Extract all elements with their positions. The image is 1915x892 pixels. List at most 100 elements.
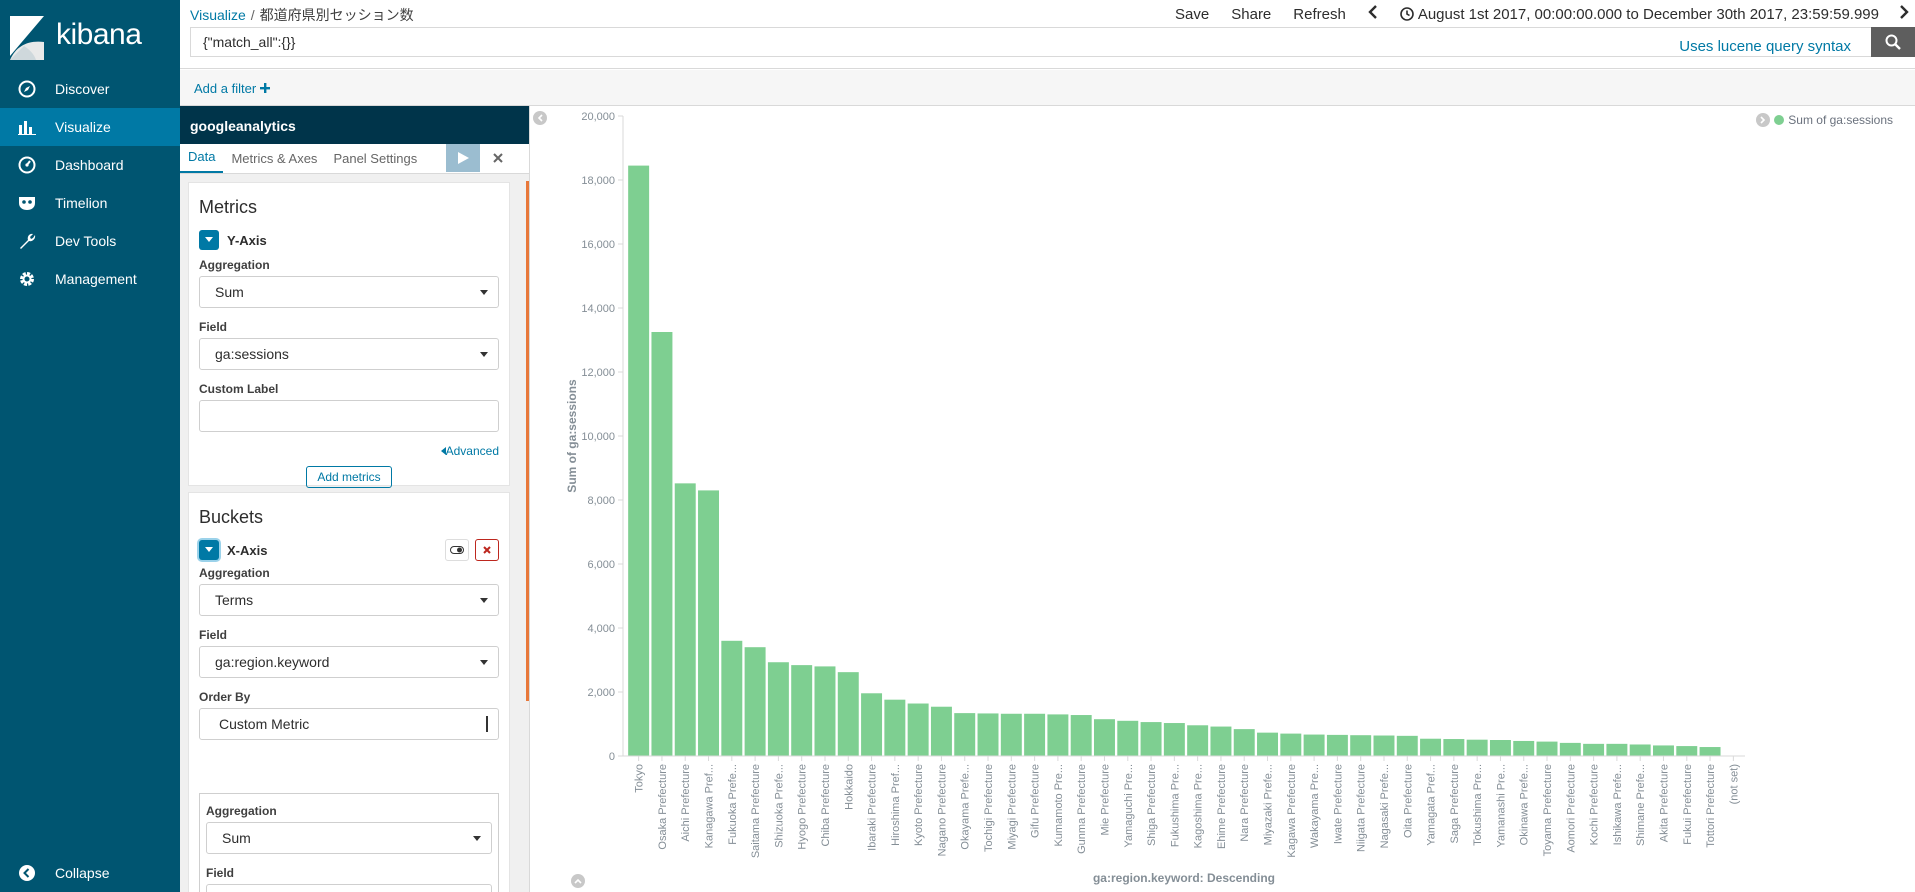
bar[interactable] xyxy=(1652,745,1674,756)
bar[interactable] xyxy=(1163,723,1185,756)
bar[interactable] xyxy=(907,703,929,756)
mask-icon xyxy=(17,193,37,213)
bar[interactable] xyxy=(1140,722,1162,756)
sidebar-item-dev-tools[interactable]: Dev Tools xyxy=(0,222,180,260)
bar[interactable] xyxy=(1187,725,1209,756)
y-tick-label: 12,000 xyxy=(581,367,615,379)
close-icon xyxy=(493,153,503,163)
editor-scrollbar[interactable] xyxy=(526,181,529,701)
sidebar-item-discover[interactable]: Discover xyxy=(0,70,180,108)
buckets-aggregation-select[interactable]: Terms xyxy=(199,584,499,616)
share-button[interactable]: Share xyxy=(1231,6,1271,23)
bar[interactable] xyxy=(1466,739,1488,756)
save-button[interactable]: Save xyxy=(1175,6,1209,23)
lucene-syntax-link[interactable]: Uses lucene query syntax xyxy=(1679,33,1851,61)
time-forward-button[interactable] xyxy=(1899,5,1909,23)
disable-agg-toggle[interactable] xyxy=(445,539,469,561)
sidebar-item-visualize[interactable]: Visualize xyxy=(0,108,180,146)
remove-agg-button[interactable] xyxy=(475,539,499,561)
select-value: Terms xyxy=(215,592,254,608)
advanced-link[interactable]: Advanced xyxy=(189,444,499,458)
apply-changes-button[interactable] xyxy=(446,144,480,172)
bar[interactable] xyxy=(1443,739,1465,756)
breadcrumb-visualize-link[interactable]: Visualize xyxy=(190,7,246,23)
time-back-button[interactable] xyxy=(1368,5,1378,23)
bar[interactable] xyxy=(1000,713,1022,756)
y-axis-collapse-toggle[interactable] xyxy=(199,230,219,250)
toggle-icon xyxy=(450,546,464,554)
bar[interactable] xyxy=(1326,734,1348,756)
tab-panel-settings[interactable]: Panel Settings xyxy=(325,151,425,173)
y-tick-label: 0 xyxy=(609,751,615,763)
add-filter-button[interactable]: Add a filter xyxy=(194,81,270,96)
bar[interactable] xyxy=(1489,740,1511,756)
order-by-select[interactable]: Custom Metric xyxy=(199,708,499,740)
custom-metric-aggregation-select[interactable]: Sum xyxy=(206,822,492,854)
bar[interactable] xyxy=(837,672,859,756)
bar[interactable] xyxy=(1210,726,1232,756)
chevron-down-icon xyxy=(205,547,213,552)
bar[interactable] xyxy=(977,713,999,756)
sidebar-item-timelion[interactable]: Timelion xyxy=(0,184,180,222)
bar[interactable] xyxy=(1024,713,1046,756)
bar[interactable] xyxy=(954,713,976,756)
bar[interactable] xyxy=(1676,746,1698,756)
bar[interactable] xyxy=(1303,734,1325,756)
tab-data[interactable]: Data xyxy=(180,149,224,173)
bar[interactable] xyxy=(1606,743,1628,756)
bar[interactable] xyxy=(814,666,836,756)
sidebar-item-management[interactable]: Management xyxy=(0,260,180,298)
bar[interactable] xyxy=(721,640,743,756)
bar[interactable] xyxy=(884,699,906,756)
bar[interactable] xyxy=(1629,744,1651,756)
bar[interactable] xyxy=(1396,735,1418,756)
sidebar-item-dashboard[interactable]: Dashboard xyxy=(0,146,180,184)
bar[interactable] xyxy=(1536,741,1558,756)
caret-down-icon xyxy=(486,716,488,732)
bar[interactable] xyxy=(1280,733,1302,756)
bar[interactable] xyxy=(1047,714,1069,756)
metrics-aggregation-select[interactable]: Sum xyxy=(199,276,499,308)
add-metrics-button[interactable]: Add metrics xyxy=(306,466,392,488)
collapse-button[interactable]: Collapse xyxy=(0,854,180,892)
bar[interactable] xyxy=(791,665,813,756)
bar[interactable] xyxy=(1513,740,1535,756)
bar[interactable] xyxy=(1070,715,1092,756)
x-axis-collapse-toggle[interactable] xyxy=(199,540,219,560)
bar[interactable] xyxy=(1093,719,1115,756)
bar[interactable] xyxy=(1420,738,1442,756)
metrics-field-select[interactable]: ga:sessions xyxy=(199,338,499,370)
bar[interactable] xyxy=(1699,747,1721,756)
bar[interactable] xyxy=(698,490,720,756)
query-input[interactable]: {"match_all":{}} Uses lucene query synta… xyxy=(190,27,1871,57)
x-tick-label: Miyazaki Prefe... xyxy=(1263,764,1275,845)
bar[interactable] xyxy=(1117,720,1139,756)
chevron-down-icon xyxy=(205,237,213,242)
bar[interactable] xyxy=(1373,735,1395,756)
custom-label-input[interactable] xyxy=(199,400,499,432)
bar[interactable] xyxy=(1257,732,1279,756)
bar[interactable] xyxy=(674,483,696,756)
buckets-field-select[interactable]: ga:region.keyword xyxy=(199,646,499,678)
x-axis-title: X-Axis xyxy=(227,542,268,558)
bar[interactable] xyxy=(767,662,789,756)
bar[interactable] xyxy=(628,165,650,757)
visualization-area: Sum of ga:sessions 0 2,000 4,000 6,000 8,000… xyxy=(531,106,1915,892)
tab-metrics-axes[interactable]: Metrics & Axes xyxy=(223,151,325,173)
bar[interactable] xyxy=(1233,729,1255,756)
refresh-button[interactable]: Refresh xyxy=(1293,6,1346,23)
discard-changes-button[interactable] xyxy=(486,147,510,169)
time-picker[interactable]: August 1st 2017, 00:00:00.000 to Decembe… xyxy=(1400,6,1879,23)
sidebar-item-label: Timelion xyxy=(55,195,108,211)
bar[interactable] xyxy=(1583,743,1605,756)
custom-metric-field-select[interactable] xyxy=(206,884,492,892)
bar[interactable] xyxy=(651,332,673,756)
bar[interactable] xyxy=(930,706,952,756)
search-button[interactable] xyxy=(1871,27,1915,57)
bar[interactable] xyxy=(744,647,766,756)
kibana-logo[interactable]: kibana xyxy=(0,0,180,70)
bar[interactable] xyxy=(1559,742,1581,756)
x-tick-label: Kochi Prefecture xyxy=(1589,764,1601,845)
bar[interactable] xyxy=(1350,735,1372,756)
bar[interactable] xyxy=(861,693,883,756)
